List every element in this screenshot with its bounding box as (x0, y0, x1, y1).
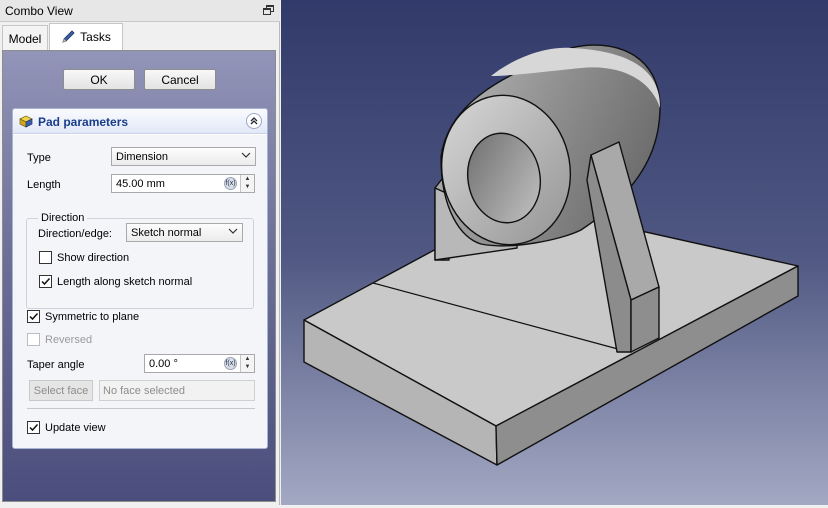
task-panel: OK Cancel Pad parameters Type Dimension … (2, 50, 276, 502)
show-direction-label: Show direction (57, 252, 130, 264)
direction-group-title: Direction (38, 212, 88, 224)
float-window-icon[interactable] (263, 5, 274, 16)
3d-model[interactable] (281, 0, 828, 505)
cancel-button[interactable]: Cancel (144, 69, 216, 90)
taper-angle-value: 0.00 ° (149, 358, 178, 370)
taper-angle-input[interactable]: 0.00 ° f(x) ▲ ▼ (144, 354, 255, 373)
tab-tasks-label: Tasks (80, 30, 111, 44)
direction-edge-label: Direction/edge: (38, 228, 112, 240)
length-along-normal-label: Length along sketch normal (57, 276, 193, 288)
length-spin-buttons[interactable]: ▲ ▼ (240, 175, 254, 192)
collapse-chevron-icon[interactable] (246, 113, 262, 129)
update-view-checkbox[interactable] (27, 421, 40, 434)
fx-expression-icon[interactable]: f(x) (224, 357, 237, 370)
combo-view-title: Combo View (5, 4, 73, 18)
ok-button[interactable]: OK (63, 69, 135, 90)
pad-feature-icon (19, 114, 33, 128)
type-label: Type (27, 152, 51, 164)
length-input[interactable]: 45.00 mm f(x) ▲ ▼ (111, 174, 255, 193)
select-face-button[interactable]: Select face (29, 380, 93, 401)
pad-parameters-panel: Pad parameters Type Dimension Length 45.… (12, 108, 268, 449)
tab-tasks[interactable]: Tasks (49, 23, 123, 51)
divider (27, 408, 255, 409)
symmetric-checkbox[interactable] (27, 310, 40, 323)
symmetric-label: Symmetric to plane (45, 311, 140, 323)
fx-expression-icon[interactable]: f(x) (224, 177, 237, 190)
pad-parameters-header[interactable]: Pad parameters (13, 109, 267, 134)
length-label: Length (27, 179, 61, 191)
chevron-down-icon (228, 226, 238, 236)
type-dropdown[interactable]: Dimension (111, 147, 256, 166)
show-direction-checkbox[interactable] (39, 251, 52, 264)
3d-viewport[interactable] (281, 0, 828, 505)
selected-face-field: No face selected (99, 380, 255, 401)
combo-view-panel: Combo View Model Tasks OK Cancel Pad par… (0, 0, 280, 505)
pad-parameters-body: Type Dimension Length 45.00 mm f(x) ▲ ▼ D… (13, 135, 267, 448)
chevron-down-icon (241, 150, 251, 160)
type-dropdown-value: Dimension (116, 151, 168, 163)
combo-tabs: Model Tasks (0, 23, 280, 51)
tab-model-label: Model (8, 32, 42, 46)
combo-view-titlebar: Combo View (0, 0, 280, 22)
pad-parameters-title: Pad parameters (38, 115, 129, 129)
tab-model[interactable]: Model (2, 25, 48, 50)
length-along-normal-checkbox[interactable] (39, 275, 52, 288)
direction-edge-dropdown[interactable]: Sketch normal (126, 223, 243, 242)
update-view-label: Update view (45, 422, 106, 434)
reversed-label: Reversed (45, 334, 93, 346)
direction-edge-value: Sketch normal (131, 227, 202, 239)
base-plate (303, 203, 799, 466)
taper-spin-buttons[interactable]: ▲ ▼ (240, 355, 254, 372)
length-value: 45.00 mm (116, 178, 165, 190)
taper-angle-label: Taper angle (27, 359, 85, 371)
pencil-icon (61, 30, 77, 44)
reversed-checkbox[interactable] (27, 333, 40, 346)
